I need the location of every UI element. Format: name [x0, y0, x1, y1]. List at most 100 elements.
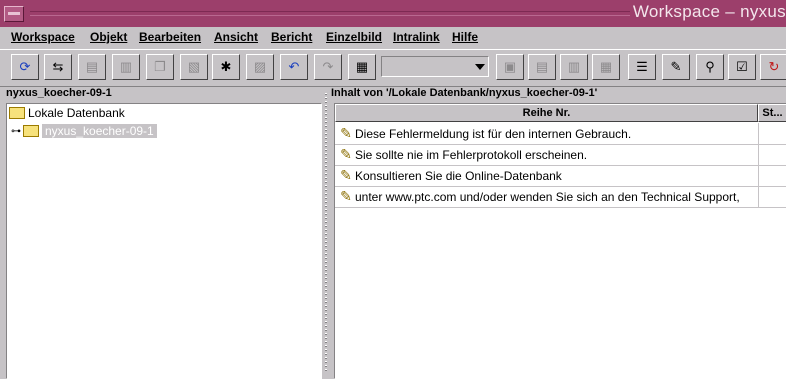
title-bar-strip	[30, 11, 630, 16]
binoculars-icon: ⚲	[705, 59, 715, 74]
menu-bericht[interactable]: Bericht	[271, 30, 312, 44]
sticky-note-icon: ✎	[670, 59, 682, 74]
new-object-icon: ✱	[220, 59, 232, 74]
table-view-icon: ▦	[355, 59, 369, 74]
menu-ansicht[interactable]: Ansicht	[214, 30, 258, 44]
table-row[interactable]: ✎ Konsultieren Sie die Online-Datenbank	[335, 165, 786, 187]
magnet-button[interactable]: ↻	[760, 54, 786, 80]
sticky-note-button[interactable]: ✎	[662, 54, 690, 80]
menu-bearbeiten[interactable]: Bearbeiten	[139, 30, 201, 44]
row-text-cell: ✎ Sie sollte nie im Fehlerprotokoll ersch…	[335, 144, 759, 165]
checkin-button[interactable]: ▤	[78, 54, 106, 80]
row-status-cell	[759, 186, 786, 207]
row-message-text: unter www.ptc.com und/oder wenden Sie si…	[355, 189, 740, 204]
column-header-row-nr[interactable]: Reihe Nr.	[335, 104, 758, 122]
workspace-sync-icon: ⇆	[52, 59, 64, 74]
pencil-icon: ✎	[340, 167, 352, 183]
redo-button[interactable]: ↷	[314, 54, 342, 80]
tree-node-root-label: Lokale Datenbank	[28, 106, 125, 120]
row-message-text: Konsultieren Sie die Online-Datenbank	[355, 168, 562, 183]
menu-workspace[interactable]: Workspace	[11, 30, 75, 44]
document-icon: ▥	[119, 59, 133, 74]
pencil-icon: ✎	[340, 125, 352, 141]
row-status-cell	[759, 123, 786, 144]
tool-a-button[interactable]: ▣	[496, 54, 524, 80]
list-button[interactable]: ☰	[628, 54, 656, 80]
table-view-button[interactable]: ▦	[348, 54, 376, 80]
workspace-folder-icon	[23, 125, 39, 137]
tool-a-icon: ▣	[503, 59, 517, 74]
toolbar: ⟳ ⇆ ▤ ▥ ❐ ▧ ✱ ▨ ↶ ↷ ▦ ▣ ▤ ▥ ▦ ☰ ✎ ⚲ ☑ ↻	[0, 49, 786, 87]
column-header-status[interactable]: St...	[758, 104, 786, 122]
new-object-button[interactable]: ✱	[212, 54, 240, 80]
row-status-cell	[759, 165, 786, 186]
splitter-grip	[325, 93, 327, 371]
workspace-sync-button[interactable]: ⇆	[44, 54, 72, 80]
panel-splitter[interactable]	[322, 87, 330, 377]
pencil-icon: ✎	[340, 188, 352, 204]
tool-c-icon: ▥	[567, 59, 581, 74]
table-row[interactable]: ✎ unter www.ptc.com und/oder wenden Sie s…	[335, 186, 786, 208]
paste-button[interactable]: ▧	[180, 54, 208, 80]
tree-panel-header: nyxus_koecher-09-1	[6, 87, 112, 99]
tree-node-workspace[interactable]: ⊶ nyxus_koecher-09-1	[11, 124, 157, 138]
row-text-cell: ✎ Diese Fehlermeldung ist für den interne…	[335, 123, 759, 144]
table-row[interactable]: ✎ Diese Fehlermeldung ist für den interne…	[335, 123, 786, 145]
menu-objekt[interactable]: Objekt	[90, 30, 127, 44]
tool-c-button[interactable]: ▥	[560, 54, 588, 80]
stack-button[interactable]: ▨	[246, 54, 274, 80]
menu-bearbeiten-label: Bearbeiten	[139, 30, 202, 44]
menu-einzelbild[interactable]: Einzelbild	[326, 30, 382, 44]
row-text-cell: ✎ Konsultieren Sie die Online-Datenbank	[335, 165, 759, 186]
workspace-tree-panel: nyxus_koecher-09-1 Lokale Datenbank ⊶ ny…	[6, 87, 322, 379]
checklist-button[interactable]: ☑	[728, 54, 756, 80]
copy-button[interactable]: ❐	[146, 54, 174, 80]
content-table: Reihe Nr. St... ✎ Diese Fehlermeldung ist…	[334, 103, 786, 379]
tool-b-button[interactable]: ▤	[528, 54, 556, 80]
menu-bericht-label: Bericht	[271, 30, 313, 44]
workspace-tree[interactable]: Lokale Datenbank ⊶ nyxus_koecher-09-1	[6, 103, 322, 379]
list-icon: ☰	[636, 59, 648, 74]
row-text-cell: ✎ unter www.ptc.com und/oder wenden Sie s…	[335, 186, 759, 207]
database-folder-icon	[9, 107, 25, 119]
chevron-down-icon[interactable]	[475, 64, 485, 70]
row-message-text: Sie sollte nie im Fehlerprotokoll ersche…	[355, 147, 588, 162]
stack-icon: ▨	[253, 59, 267, 74]
copy-icon: ❐	[154, 59, 166, 74]
content-panel-header: Inhalt von '/Lokale Datenbank/nyxus_koec…	[331, 87, 598, 99]
menu-workspace-label: Workspace	[11, 30, 75, 44]
menu-ansicht-label: Ansicht	[214, 30, 259, 44]
tool-d-button[interactable]: ▦	[592, 54, 620, 80]
menu-intralink[interactable]: Intralink	[393, 30, 440, 44]
refresh-icon: ⟳	[19, 59, 31, 74]
redo-icon: ↷	[322, 59, 334, 74]
row-status-cell	[759, 144, 786, 165]
menu-intralink-label: Intralink	[393, 30, 440, 44]
binoculars-button[interactable]: ⚲	[696, 54, 724, 80]
menu-objekt-label: Objekt	[90, 30, 128, 44]
table-row[interactable]: ✎ Sie sollte nie im Fehlerprotokoll ersch…	[335, 144, 786, 166]
menu-hilfe-label: Hilfe	[452, 30, 479, 44]
tool-d-icon: ▦	[599, 59, 613, 74]
view-combo[interactable]	[381, 56, 489, 77]
tool-b-icon: ▤	[535, 59, 549, 74]
window-title: Workspace – nyxus	[632, 2, 786, 21]
tree-node-workspace-label: nyxus_koecher-09-1	[42, 124, 157, 138]
menu-einzelbild-label: Einzelbild	[326, 30, 383, 44]
expand-key-icon[interactable]: ⊶	[11, 126, 21, 137]
menu-hilfe[interactable]: Hilfe	[452, 30, 478, 44]
window-menu-button[interactable]	[4, 6, 24, 22]
content-panel: Inhalt von '/Lokale Datenbank/nyxus_koec…	[331, 87, 786, 379]
document-button[interactable]: ▥	[112, 54, 140, 80]
title-bar: Workspace – nyxus	[0, 0, 786, 28]
paste-icon: ▧	[187, 59, 201, 74]
row-message-text: Diese Fehlermeldung ist für den internen…	[355, 126, 632, 141]
tree-node-root[interactable]: Lokale Datenbank	[9, 106, 125, 120]
magnet-icon: ↻	[768, 59, 780, 74]
menu-bar: Workspace Objekt Bearbeiten Ansicht Beri…	[0, 27, 786, 47]
checklist-icon: ☑	[736, 59, 748, 74]
undo-button[interactable]: ↶	[280, 54, 308, 80]
refresh-button[interactable]: ⟳	[11, 54, 39, 80]
checkin-icon: ▤	[85, 59, 99, 74]
pencil-icon: ✎	[340, 146, 352, 162]
